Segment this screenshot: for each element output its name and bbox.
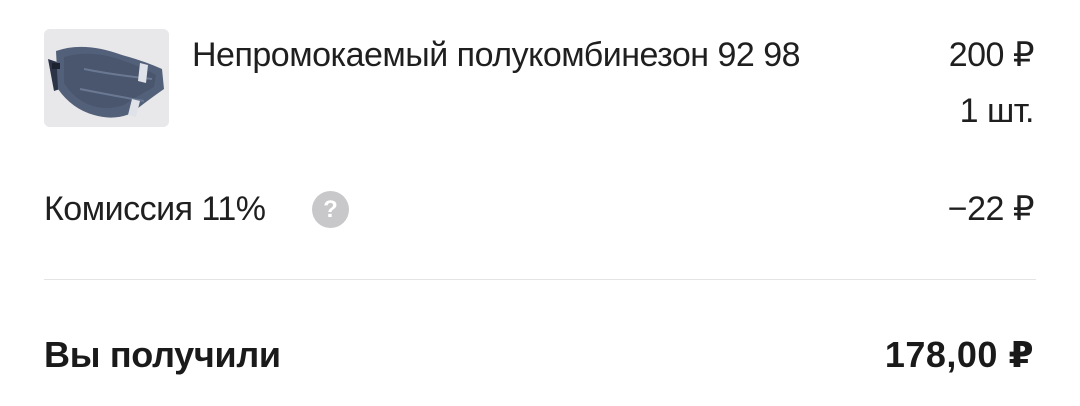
total-received-label: Вы получили <box>44 334 281 375</box>
divider <box>44 279 1036 280</box>
product-photo <box>44 29 169 127</box>
product-quantity: 1 шт. <box>959 92 1035 130</box>
help-question-icon[interactable]: ? <box>312 191 349 228</box>
product-thumbnail[interactable] <box>44 29 169 127</box>
commission-label: Комиссия 11% <box>44 190 266 228</box>
product-title[interactable]: Непромокаемый полукомбинезон 92 98 <box>192 33 801 77</box>
total-received-value: 178,00 ₽ <box>884 334 1034 375</box>
commission-value: −22 ₽ <box>947 190 1035 228</box>
product-price: 200 ₽ <box>948 36 1035 74</box>
